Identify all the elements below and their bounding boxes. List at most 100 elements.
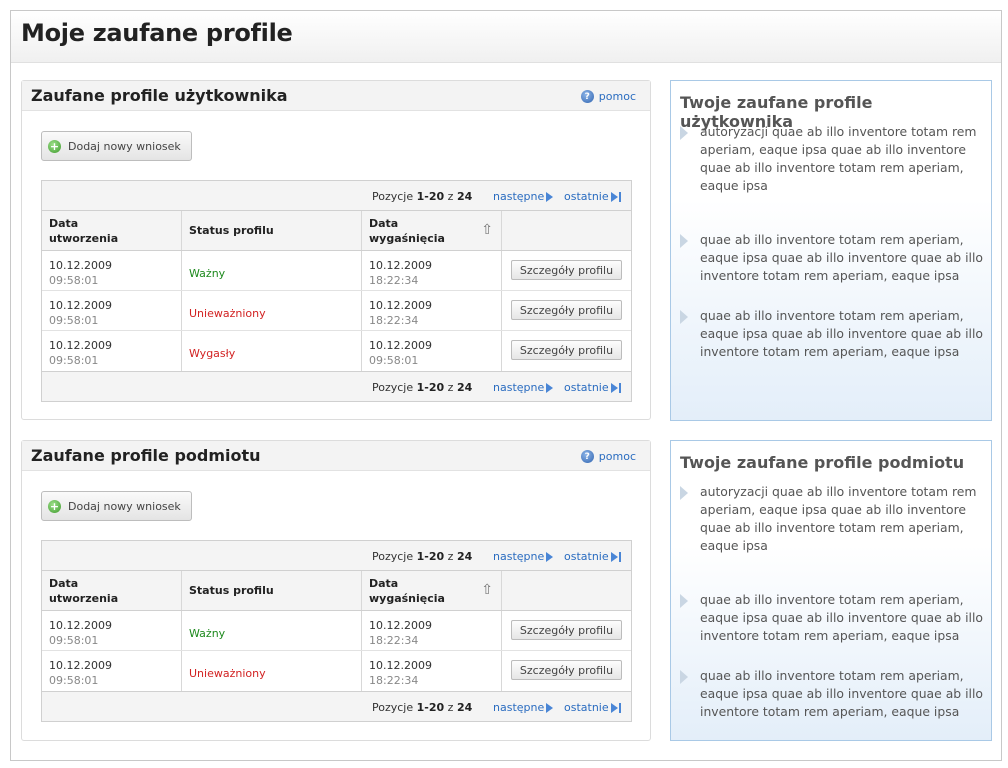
triangle-bullet-icon — [680, 126, 688, 140]
arrow-right-icon — [546, 551, 554, 562]
entity-info-box: Twoje zaufane profile podmiotu autoryzac… — [670, 440, 992, 741]
profile-details-button[interactable]: Szczegóły profilu — [511, 260, 622, 280]
arrow-right-icon — [546, 382, 554, 393]
col-actions — [502, 571, 631, 610]
status-badge: Unieważniony — [189, 307, 266, 320]
expiry-date: 10.12.2009 — [369, 339, 432, 352]
sort-arrow-icon[interactable]: ⇧ — [481, 223, 493, 238]
table-row: 10.12.2009 09:58:01 Ważny 10.12.2009 18:22… — [42, 251, 631, 291]
profiles-table: Pozycje 1-20 z 24 następne ostatnie Data… — [41, 180, 632, 402]
created-date: 10.12.2009 — [49, 299, 112, 312]
profile-details-button[interactable]: Szczegóły profilu — [511, 340, 622, 360]
user-info-box: Twoje zaufane profile użytkownika autory… — [670, 80, 992, 421]
info-item: quae ab illo inventore totam rem aperiam… — [680, 667, 985, 721]
col-actions — [502, 211, 631, 250]
expiry-date: 10.12.2009 — [369, 659, 432, 672]
created-time: 09:58:01 — [49, 634, 99, 647]
arrow-right-icon — [546, 191, 554, 202]
pager-next-link[interactable]: następne — [493, 550, 554, 563]
col-expiry[interactable]: Data wygaśnięcia ⇧ — [362, 211, 502, 250]
info-item: autoryzacji quae ab illo inventore totam… — [680, 483, 985, 555]
created-time: 09:58:01 — [49, 274, 99, 287]
info-item: quae ab illo inventore totam rem aperiam… — [680, 307, 985, 361]
help-link[interactable]: ? pomoc — [580, 450, 636, 463]
table-header: Data utworzenia Status profilu Data wygaśn… — [42, 211, 631, 251]
expiry-date: 10.12.2009 — [369, 619, 432, 632]
table-header: Data utworzenia Status profilu Data wygaśn… — [42, 571, 631, 611]
table-row: 10.12.2009 09:58:01 Ważny 10.12.2009 18:22… — [42, 611, 631, 651]
triangle-bullet-icon — [680, 234, 688, 248]
page-header: Moje zaufane profile — [11, 11, 1001, 63]
expiry-time: 18:22:34 — [369, 634, 419, 647]
profiles-table: Pozycje 1-20 z 24 następne ostatnie Data… — [41, 540, 632, 722]
profile-details-button[interactable]: Szczegóły profilu — [511, 300, 622, 320]
triangle-bullet-icon — [680, 486, 688, 500]
table-row: 10.12.2009 09:58:01 Wygasły 10.12.2009 09:… — [42, 331, 631, 371]
expiry-time: 18:22:34 — [369, 274, 419, 287]
col-created: Data utworzenia — [42, 571, 182, 610]
col-created: Data utworzenia — [42, 211, 182, 250]
created-date: 10.12.2009 — [49, 259, 112, 272]
pager-next-link[interactable]: następne — [493, 701, 554, 714]
pager-top: Pozycje 1-20 z 24 następne ostatnie — [42, 541, 631, 571]
help-label: pomoc — [598, 90, 636, 103]
pager-info: Pozycje 1-20 z 24 — [372, 701, 473, 714]
table-row: 10.12.2009 09:58:01 Unieważniony 10.12.20… — [42, 291, 631, 331]
add-request-button[interactable]: + Dodaj nowy wniosek — [41, 131, 192, 161]
panel-title: Zaufane profile użytkownika — [31, 86, 288, 105]
status-badge: Unieważniony — [189, 667, 266, 680]
created-date: 10.12.2009 — [49, 619, 112, 632]
panel-header: Zaufane profile użytkownika ? pomoc — [22, 81, 650, 111]
pager-bottom: Pozycje 1-20 z 24 następne ostatnie — [42, 691, 631, 721]
created-time: 09:58:01 — [49, 674, 99, 687]
info-item: quae ab illo inventore totam rem aperiam… — [680, 231, 985, 285]
info-item: quae ab illo inventore totam rem aperiam… — [680, 591, 985, 645]
help-link[interactable]: ? pomoc — [580, 90, 636, 103]
panel-header: Zaufane profile podmiotu ? pomoc — [22, 441, 650, 471]
expiry-time: 09:58:01 — [369, 354, 419, 367]
plus-circle-icon: + — [48, 139, 61, 153]
pager-info: Pozycje 1-20 z 24 — [372, 381, 473, 394]
add-request-label: Dodaj nowy wniosek — [68, 499, 181, 513]
col-status: Status profilu — [182, 211, 362, 250]
panel-title: Zaufane profile podmiotu — [31, 446, 261, 465]
triangle-bullet-icon — [680, 670, 688, 684]
arrow-last-icon — [610, 191, 618, 202]
pager-next-link[interactable]: następne — [493, 190, 554, 203]
arrow-last-icon — [610, 702, 618, 713]
expiry-time: 18:22:34 — [369, 674, 419, 687]
pager-bottom: Pozycje 1-20 z 24 następne ostatnie — [42, 371, 631, 401]
triangle-bullet-icon — [680, 594, 688, 608]
pager-last-link[interactable]: ostatnie — [564, 381, 621, 394]
profile-details-button[interactable]: Szczegóły profilu — [511, 620, 622, 640]
user-profiles-panel: Zaufane profile użytkownika ? pomoc + Do… — [21, 80, 651, 420]
help-label: pomoc — [598, 450, 636, 463]
pager-next-link[interactable]: następne — [493, 381, 554, 394]
pager-last-link[interactable]: ostatnie — [564, 701, 621, 714]
created-time: 09:58:01 — [49, 314, 99, 327]
pager-last-link[interactable]: ostatnie — [564, 550, 621, 563]
triangle-bullet-icon — [680, 310, 688, 324]
pager-last-link[interactable]: ostatnie — [564, 190, 621, 203]
expiry-date: 10.12.2009 — [369, 259, 432, 272]
profile-details-button[interactable]: Szczegóły profilu — [511, 660, 622, 680]
sort-arrow-icon[interactable]: ⇧ — [481, 583, 493, 598]
info-item: autoryzacji quae ab illo inventore totam… — [680, 123, 985, 195]
col-status: Status profilu — [182, 571, 362, 610]
col-expiry[interactable]: Data wygaśnięcia ⇧ — [362, 571, 502, 610]
created-time: 09:58:01 — [49, 354, 99, 367]
arrow-right-icon — [546, 702, 554, 713]
entity-profiles-panel: Zaufane profile podmiotu ? pomoc + Dodaj… — [21, 440, 651, 741]
expiry-date: 10.12.2009 — [369, 299, 432, 312]
table-row: 10.12.2009 09:58:01 Unieważniony 10.12.20… — [42, 651, 631, 691]
info-box-title: Twoje zaufane profile podmiotu — [680, 453, 965, 472]
add-request-button[interactable]: + Dodaj nowy wniosek — [41, 491, 192, 521]
arrow-last-icon — [610, 551, 618, 562]
expiry-time: 18:22:34 — [369, 314, 419, 327]
status-badge: Ważny — [189, 627, 226, 640]
pager-top: Pozycje 1-20 z 24 następne ostatnie — [42, 181, 631, 211]
plus-circle-icon: + — [48, 499, 61, 513]
status-badge: Wygasły — [189, 347, 236, 360]
pager-info: Pozycje 1-20 z 24 — [372, 190, 473, 203]
status-badge: Ważny — [189, 267, 226, 280]
